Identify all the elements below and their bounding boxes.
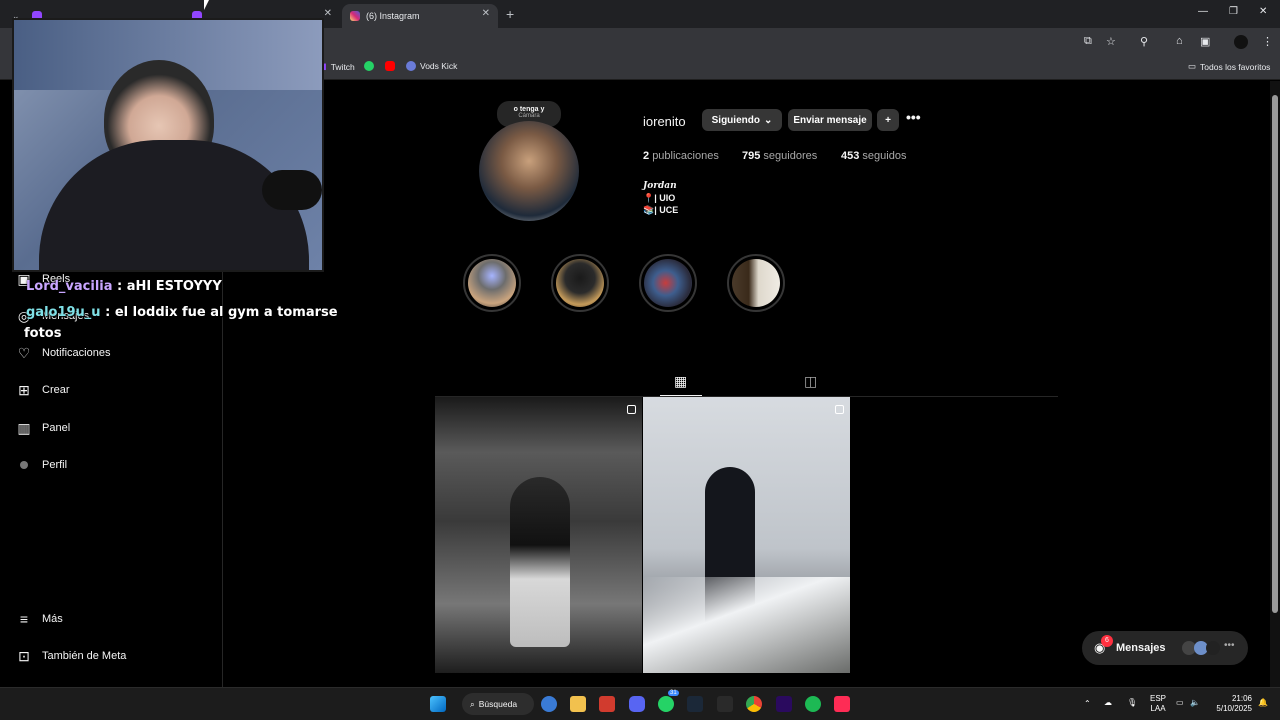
spotify-icon[interactable]	[805, 696, 821, 712]
whatsapp-icon	[364, 61, 374, 71]
streamer-hoodie	[39, 140, 309, 270]
plus-square-icon: ⊞	[18, 381, 30, 398]
tagged-tab-icon[interactable]: ◫	[804, 373, 817, 390]
youtube-icon	[385, 61, 395, 71]
minimize-button[interactable]: —	[1198, 6, 1208, 17]
menu-icon: ≡	[19, 611, 29, 627]
cast-icon[interactable]: ⌂	[1176, 35, 1183, 47]
new-tab-button[interactable]: +	[506, 6, 514, 22]
bookmark-vods-kick[interactable]: Vods Kick	[406, 61, 457, 71]
sidebar-item-panel[interactable]: ▥ Panel	[16, 420, 70, 436]
profile-username: iorenito	[643, 114, 686, 129]
chat-message: Lord_vacilia : aHI ESTOYYY	[26, 279, 222, 294]
steam-icon[interactable]	[687, 696, 703, 712]
avatar	[1206, 641, 1220, 655]
more-menu-icon[interactable]: ⋮	[1262, 35, 1273, 48]
avatar-icon	[16, 457, 32, 473]
following-button[interactable]: Siguiendo ⌄	[702, 109, 782, 131]
sidebar-item-meta[interactable]: ⊡ También de Meta	[16, 648, 126, 664]
bookmark-star-icon[interactable]: ☆	[1106, 35, 1116, 48]
story-highlight[interactable]	[551, 254, 609, 312]
grid-tab-icon[interactable]: ▦	[674, 373, 687, 390]
close-window-button[interactable]: ✕	[1259, 6, 1267, 17]
chat-message-continued: fotos	[24, 326, 62, 341]
chart-icon: ▥	[17, 419, 31, 436]
heart-icon: ♡	[17, 344, 31, 361]
microphone-icon[interactable]: 🎙	[1127, 698, 1137, 707]
carousel-icon	[627, 405, 636, 414]
sidebar-item-notificaciones[interactable]: ♡ Notificaciones	[16, 344, 111, 361]
instagram-icon	[350, 11, 360, 21]
story-highlight[interactable]	[639, 254, 697, 312]
premiere-icon[interactable]	[776, 696, 792, 712]
chevron-down-icon: ⌄	[763, 114, 773, 126]
meta-grid-icon: ⊡	[18, 647, 30, 664]
notifications-bell-icon[interactable]: 🔔	[1258, 698, 1268, 707]
extensions-icon[interactable]: ⚲	[1140, 35, 1148, 48]
close-icon[interactable]: ✕	[324, 8, 332, 19]
webcam-overlay	[12, 18, 324, 272]
video-app-icon[interactable]	[599, 696, 615, 712]
sidebar-item-crear[interactable]: ⊞ Crear	[16, 381, 69, 398]
windows-start-icon[interactable]	[430, 696, 446, 712]
kick-icon	[406, 61, 416, 71]
folder-icon: ▭	[1188, 61, 1197, 71]
microphone	[262, 170, 322, 210]
scrollbar-thumb[interactable]	[1272, 95, 1278, 613]
more-icon: •••	[1224, 640, 1235, 651]
taskbar-search[interactable]: ⌕ Búsqueda	[462, 693, 534, 715]
clock[interactable]: 21:06 5/10/2025	[1210, 694, 1252, 714]
bookmark-twitch[interactable]: ▮ Twitch	[322, 61, 355, 72]
install-app-icon[interactable]: ⧉	[1084, 35, 1092, 48]
mouse-cursor	[204, 0, 209, 10]
bookmark-whatsapp[interactable]	[364, 61, 378, 71]
post-gym[interactable]	[435, 397, 642, 673]
all-favorites[interactable]: ▭ Todos los favoritos	[1188, 61, 1270, 72]
messages-badge: 6	[1101, 635, 1113, 647]
profile-bio: Jordan 📍| UIO 📚| UCE	[643, 181, 679, 215]
send-message-button[interactable]: Enviar mensaje	[788, 109, 872, 131]
stat-following[interactable]: 453 seguidos	[841, 150, 906, 162]
story-highlight[interactable]	[727, 254, 785, 312]
profile-avatar[interactable]	[479, 121, 579, 221]
tab-instagram[interactable]: (6) Instagram ✕	[342, 4, 498, 28]
close-icon[interactable]: ✕	[482, 8, 490, 19]
language-indicator[interactable]: ESP LAA	[1150, 694, 1166, 714]
onedrive-icon[interactable]: ☁	[1104, 698, 1112, 707]
chevron-up-icon[interactable]: ⌃	[1084, 699, 1091, 708]
active-tab-indicator	[660, 395, 702, 396]
story-highlight[interactable]	[463, 254, 521, 312]
tiktok-icon[interactable]	[834, 696, 850, 712]
carousel-icon	[835, 405, 844, 414]
windows-taskbar: ⌕ Búsqueda 31 ⌃ ☁ 🎙 ESP LAA ▭ 🔈 21:06 5/…	[0, 687, 1280, 720]
messages-pill[interactable]: ◉ 6 Mensajes •••	[1082, 631, 1248, 665]
post-mountain[interactable]	[643, 397, 850, 673]
suggest-user-button[interactable]: +	[877, 109, 899, 131]
file-explorer-icon[interactable]	[570, 696, 586, 712]
chat-message: galo19u_u : el loddix fue al gym a tomar…	[26, 305, 338, 320]
more-options-icon[interactable]: •••	[906, 109, 921, 125]
search-icon: ⌕	[470, 698, 475, 709]
bookmark-youtube[interactable]	[385, 61, 399, 71]
screenshot-icon[interactable]: ▣	[1200, 35, 1210, 48]
stat-followers[interactable]: 795 seguidores	[742, 150, 817, 162]
stat-posts: 2 publicaciones	[643, 150, 719, 162]
epic-games-icon[interactable]	[717, 696, 733, 712]
restore-button[interactable]: ❐	[1229, 6, 1238, 17]
copilot-icon[interactable]	[541, 696, 557, 712]
sidebar-item-perfil[interactable]: Perfil	[16, 457, 67, 473]
chrome-icon[interactable]	[746, 696, 762, 712]
profile-avatar-icon[interactable]	[1234, 35, 1248, 49]
sidebar-item-mas[interactable]: ≡ Más	[16, 611, 63, 627]
volume-icon[interactable]: 🔈	[1190, 698, 1200, 707]
discord-icon[interactable]	[629, 696, 645, 712]
page-scrollbar[interactable]	[1270, 81, 1280, 687]
whatsapp-icon[interactable]: 31	[658, 690, 679, 712]
network-icon[interactable]: ▭	[1176, 698, 1184, 707]
add-user-icon: +	[885, 114, 891, 126]
